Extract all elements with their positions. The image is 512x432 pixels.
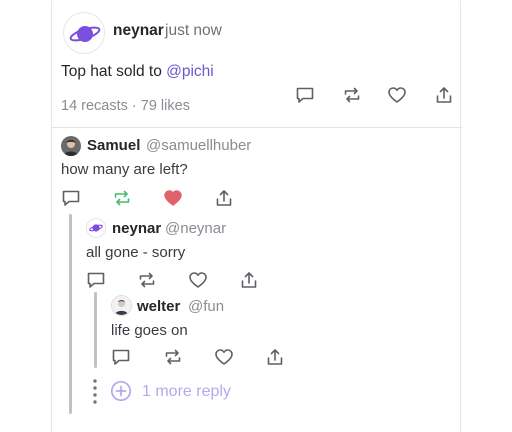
recast-button[interactable]: [163, 347, 183, 367]
share-button[interactable]: [239, 270, 259, 290]
reply-button[interactable]: [61, 188, 81, 208]
user-avatar: [112, 296, 131, 315]
planet-icon: [89, 224, 103, 232]
reply-button[interactable]: [111, 347, 131, 367]
avatar[interactable]: [111, 295, 132, 316]
heart-icon: [215, 349, 233, 365]
share-icon: [241, 272, 257, 288]
author-handle[interactable]: @fun: [188, 298, 224, 315]
comment-icon: [87, 272, 105, 288]
like-button[interactable]: [387, 85, 407, 105]
cast-card: neynar just now Top hat sold to @pichi 1…: [51, 0, 462, 432]
author-username[interactable]: neynar: [113, 22, 164, 40]
recast-button[interactable]: [342, 85, 362, 105]
like-button[interactable]: [163, 188, 183, 208]
heart-icon: [189, 272, 207, 288]
author-handle[interactable]: @samuellhuber: [146, 137, 251, 154]
user-photo-avatar: [61, 136, 81, 156]
plus-circle-icon[interactable]: [110, 380, 132, 402]
recast-button[interactable]: [112, 188, 132, 208]
main-cast: neynar just now Top hat sold to @pichi 1…: [52, 0, 462, 128]
recast-icon: [344, 87, 360, 103]
like-button[interactable]: [188, 270, 208, 290]
reply-text: life goes on: [111, 322, 188, 339]
share-button[interactable]: [214, 188, 234, 208]
reply-button[interactable]: [295, 85, 315, 105]
ellipsis-vertical-icon: [92, 378, 98, 408]
post-time: just now: [165, 22, 222, 39]
author-name[interactable]: welter: [137, 298, 180, 315]
thread-line: [69, 214, 72, 414]
reply-text: all gone - sorry: [86, 244, 186, 261]
share-button[interactable]: [265, 347, 285, 367]
recast-icon: [139, 272, 155, 288]
heart-icon: [388, 87, 406, 103]
thread-line: [94, 292, 97, 368]
share-icon: [436, 87, 452, 103]
more-replies-link[interactable]: 1 more reply: [142, 383, 231, 401]
avatar[interactable]: [61, 136, 81, 156]
mention-link[interactable]: @pichi: [166, 63, 214, 80]
recast-icon: [114, 190, 130, 206]
author-name[interactable]: Samuel: [87, 137, 140, 154]
author-name[interactable]: neynar: [112, 220, 161, 237]
comment-icon: [296, 87, 314, 103]
reply-button[interactable]: [86, 270, 106, 290]
post-stats: 14 recasts · 79 likes: [61, 98, 190, 114]
avatar[interactable]: [86, 218, 106, 238]
share-button[interactable]: [434, 85, 454, 105]
reply-text: how many are left?: [61, 161, 188, 178]
share-icon: [216, 190, 232, 206]
planet-icon: [69, 26, 101, 42]
recast-button[interactable]: [137, 270, 157, 290]
author-handle[interactable]: @neynar: [165, 220, 226, 237]
recast-icon: [165, 349, 181, 365]
comment-icon: [62, 190, 80, 206]
comment-icon: [112, 349, 130, 365]
heart-icon: [164, 190, 182, 206]
avatar[interactable]: [63, 12, 105, 54]
share-icon: [267, 349, 283, 365]
post-text-body: Top hat sold to: [61, 63, 167, 80]
like-button[interactable]: [214, 347, 234, 367]
post-text: Top hat sold to @pichi: [61, 63, 214, 81]
